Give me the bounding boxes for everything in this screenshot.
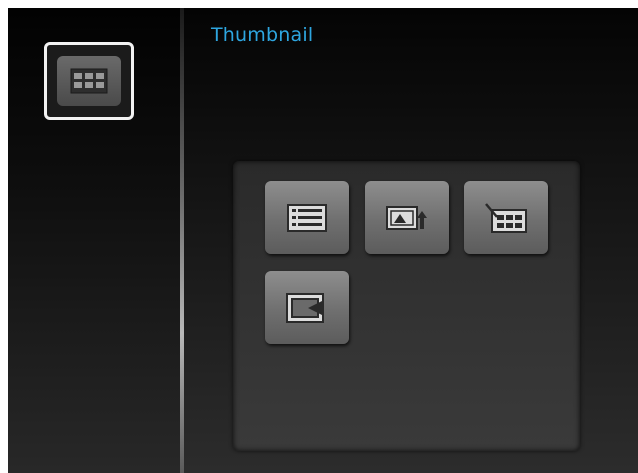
sidebar-item-thumbnail-button[interactable] [57,56,121,106]
options-panel [233,161,580,451]
sidebar-item-thumbnail[interactable] [44,42,134,120]
list-view-icon [287,203,327,232]
thumbnail-edit-button[interactable] [464,181,548,254]
thumbnail-grid-icon [70,68,108,94]
sidebar [8,8,180,473]
screen: Thumbnail [8,8,638,473]
slideshow-button[interactable] [265,271,349,344]
page-title: Thumbnail [211,24,314,46]
list-view-button[interactable] [265,181,349,254]
image-export-button[interactable] [365,181,449,254]
thumbnail-edit-icon [485,202,527,233]
slideshow-icon [286,292,324,323]
image-export-icon [386,205,427,230]
